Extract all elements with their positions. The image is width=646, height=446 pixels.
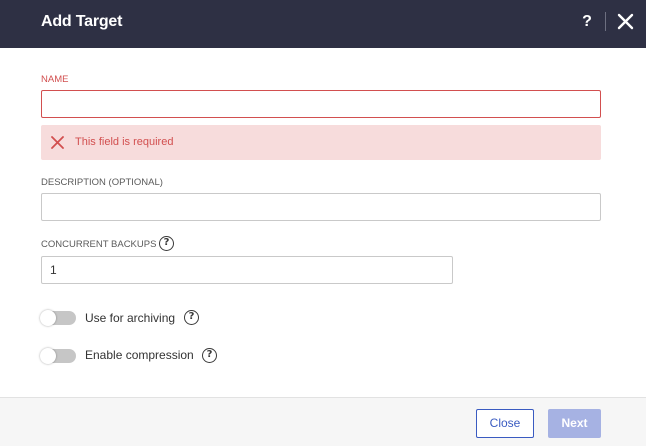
concurrent-backups-label: CONCURRENT BACKUPS bbox=[41, 239, 157, 250]
archiving-label: Use for archiving bbox=[85, 311, 176, 325]
toggle-knob bbox=[40, 348, 56, 364]
description-input[interactable] bbox=[41, 193, 601, 221]
compression-help-icon[interactable]: ? bbox=[202, 348, 217, 363]
error-text: This field is required bbox=[75, 136, 174, 148]
concurrent-backups-input[interactable] bbox=[41, 256, 453, 284]
description-label: DESCRIPTION (OPTIONAL) bbox=[41, 177, 163, 188]
close-icon[interactable] bbox=[617, 13, 634, 30]
error-x-icon bbox=[51, 136, 64, 149]
help-icon[interactable]: ? bbox=[580, 11, 594, 33]
concurrent-backups-help-icon[interactable]: ? bbox=[159, 236, 174, 251]
close-button[interactable]: Close bbox=[476, 409, 534, 438]
name-label: NAME bbox=[41, 74, 69, 85]
name-input[interactable] bbox=[41, 90, 601, 118]
dialog-title: Add Target bbox=[41, 13, 123, 30]
compression-label: Enable compression bbox=[85, 348, 194, 362]
header-divider bbox=[605, 12, 606, 31]
dialog-footer: Close Next bbox=[0, 397, 646, 446]
compression-toggle[interactable] bbox=[40, 348, 76, 364]
dialog-header: Add Target ? bbox=[0, 0, 646, 48]
name-error-message: This field is required bbox=[41, 125, 601, 160]
archiving-toggle[interactable] bbox=[40, 310, 76, 326]
toggle-knob bbox=[40, 310, 56, 326]
archiving-help-icon[interactable]: ? bbox=[184, 310, 199, 325]
next-button[interactable]: Next bbox=[548, 409, 601, 438]
